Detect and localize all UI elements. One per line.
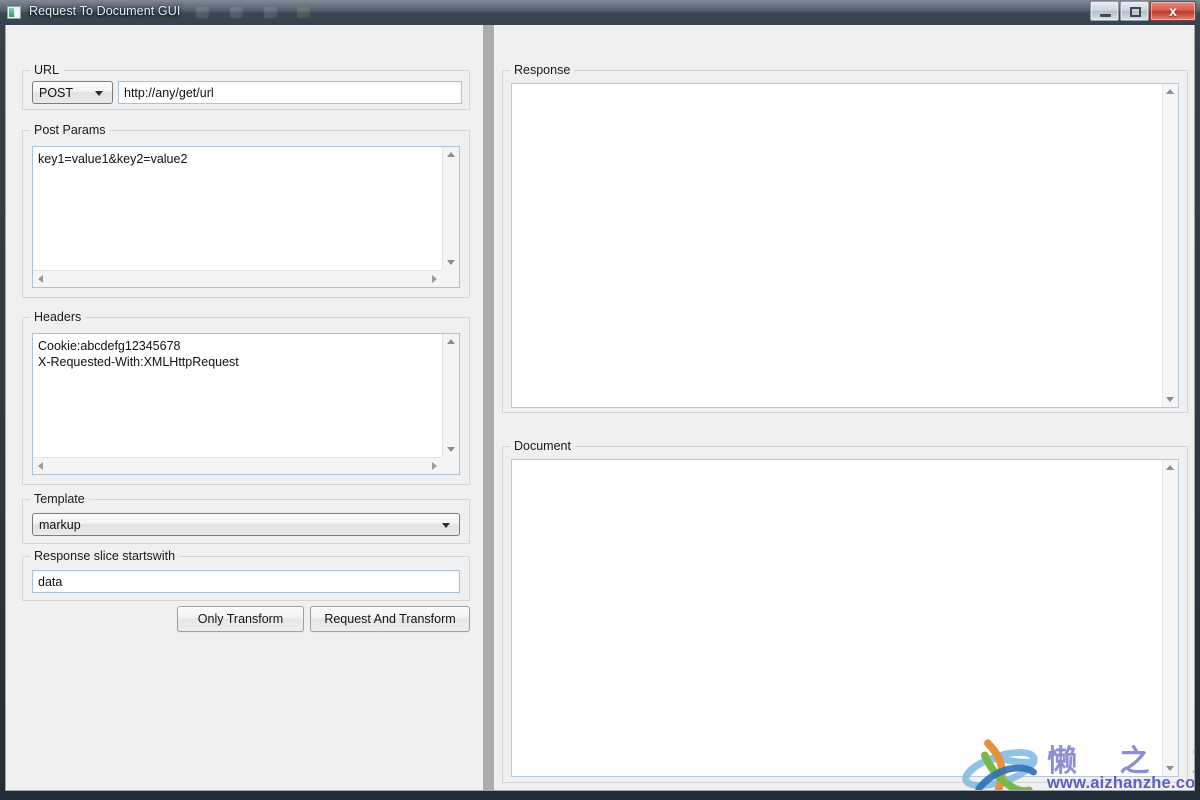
method-select[interactable]: POST xyxy=(32,81,113,104)
post-params-group: Post Params key1=value1&key2=value2 xyxy=(22,123,470,298)
scroll-left-icon[interactable] xyxy=(38,462,43,470)
method-select-value: POST xyxy=(39,85,74,100)
chevron-down-icon xyxy=(95,90,103,96)
window-title: Request To Document GUI xyxy=(29,4,181,18)
post-params-textarea-wrapper: key1=value1&key2=value2 xyxy=(32,146,460,288)
chevron-down-icon xyxy=(442,522,450,528)
response-group: Response xyxy=(502,63,1188,413)
post-params-hscrollbar[interactable] xyxy=(33,270,442,287)
url-input[interactable] xyxy=(118,81,462,104)
scroll-right-icon[interactable] xyxy=(432,275,437,283)
headers-group: Headers Cookie:abcdefg12345678 X-Request… xyxy=(22,310,470,485)
right-pane: Response Document xyxy=(494,29,1191,785)
scroll-down-icon[interactable] xyxy=(1166,397,1174,402)
caption-buttons: x xyxy=(1089,1,1196,22)
close-icon: x xyxy=(1169,3,1177,19)
request-and-transform-button[interactable]: Request And Transform xyxy=(310,606,470,632)
scroll-down-icon[interactable] xyxy=(1166,766,1174,771)
app-icon xyxy=(7,6,21,19)
request-and-transform-button-label: Request And Transform xyxy=(324,612,456,626)
headers-group-title: Headers xyxy=(30,310,86,324)
minimize-icon xyxy=(1100,14,1111,17)
response-group-title: Response xyxy=(510,63,575,77)
maximize-button[interactable] xyxy=(1120,1,1149,21)
document-vscrollbar[interactable] xyxy=(1162,460,1178,776)
response-textarea[interactable] xyxy=(512,84,1162,407)
scroll-up-icon[interactable] xyxy=(447,339,455,344)
pane-splitter[interactable] xyxy=(483,25,494,790)
maximize-icon xyxy=(1130,7,1141,17)
headers-textarea[interactable]: Cookie:abcdefg12345678 X-Requested-With:… xyxy=(33,334,442,457)
client-area: URL POST Post Params key1=value1&key2=va… xyxy=(5,25,1195,791)
response-vscrollbar[interactable] xyxy=(1162,84,1178,407)
scroll-up-icon[interactable] xyxy=(447,152,455,157)
url-group: URL POST xyxy=(22,63,470,110)
url-group-title: URL xyxy=(30,63,64,77)
template-group: Template markup xyxy=(22,492,470,544)
only-transform-button-label: Only Transform xyxy=(197,612,284,626)
headers-hscrollbar[interactable] xyxy=(33,457,442,474)
document-textarea-wrapper xyxy=(511,459,1179,777)
response-slice-input[interactable] xyxy=(32,570,460,593)
headers-textarea-wrapper: Cookie:abcdefg12345678 X-Requested-With:… xyxy=(32,333,460,475)
ghost-toolbar-icon-3 xyxy=(264,7,277,18)
close-button[interactable]: x xyxy=(1150,1,1196,21)
minimize-button[interactable] xyxy=(1090,1,1119,21)
template-select[interactable]: markup xyxy=(32,513,460,536)
post-params-textarea[interactable]: key1=value1&key2=value2 xyxy=(33,147,442,270)
ghost-toolbar-icon-4 xyxy=(297,7,310,18)
left-pane: URL POST Post Params key1=value1&key2=va… xyxy=(14,29,478,785)
only-transform-button[interactable]: Only Transform xyxy=(177,606,304,632)
scrollbar-corner xyxy=(442,457,459,474)
template-group-title: Template xyxy=(30,492,89,506)
scroll-up-icon[interactable] xyxy=(1166,89,1174,94)
document-textarea[interactable] xyxy=(512,460,1162,776)
response-textarea-wrapper xyxy=(511,83,1179,408)
scroll-up-icon[interactable] xyxy=(1166,465,1174,470)
title-bar[interactable]: Request To Document GUI x xyxy=(0,0,1200,25)
scroll-right-icon[interactable] xyxy=(432,462,437,470)
scroll-down-icon[interactable] xyxy=(447,447,455,452)
document-group-title: Document xyxy=(510,439,575,453)
ghost-toolbar-icon-2 xyxy=(230,7,243,18)
scroll-left-icon[interactable] xyxy=(38,275,43,283)
application-window: Request To Document GUI x URL POST http:… xyxy=(0,0,1200,800)
post-params-group-title: Post Params xyxy=(30,123,110,137)
ghost-toolbar-icon-1 xyxy=(196,7,209,18)
template-select-value: markup xyxy=(39,517,81,532)
post-params-vscrollbar[interactable] xyxy=(442,147,459,270)
response-slice-group-title: Response slice startswith xyxy=(30,549,180,563)
response-slice-group: Response slice startswith xyxy=(22,549,470,601)
scrollbar-corner xyxy=(442,270,459,287)
scroll-down-icon[interactable] xyxy=(447,260,455,265)
document-group: Document xyxy=(502,439,1188,783)
headers-vscrollbar[interactable] xyxy=(442,334,459,457)
